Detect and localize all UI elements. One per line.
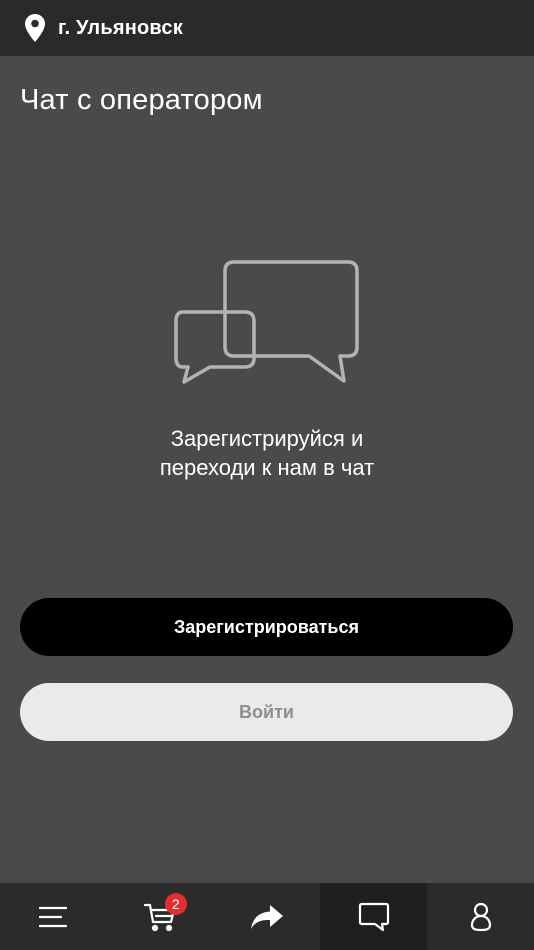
bottom-tab-bar: 2 [0,883,534,950]
chat-bubbles-icon [174,260,359,384]
cart-badge: 2 [164,893,187,915]
tab-cart[interactable]: 2 [107,883,214,950]
message-line-2: переходи к нам в чат [159,455,375,480]
menu-icon [39,906,68,927]
top-bar: г. Ульяновск [0,0,534,56]
share-icon [250,904,283,929]
chat-icon [358,902,389,931]
map-pin-icon[interactable] [24,13,46,43]
message-line-1: Зарегистрируйся и [170,426,364,451]
city-selector[interactable]: г. Ульяновск [58,17,183,40]
tab-share[interactable] [214,883,321,950]
profile-icon [470,902,491,931]
tab-profile[interactable] [427,883,534,950]
tab-chat[interactable] [320,883,428,950]
tab-menu[interactable] [0,883,107,950]
register-button[interactable]: Зарегистрироваться [20,598,513,656]
login-button[interactable]: Войти [20,683,513,741]
page-title: Чат с оператором [20,84,263,116]
chat-message: Зарегистрируйся и переходи к нам в чат [0,424,534,482]
